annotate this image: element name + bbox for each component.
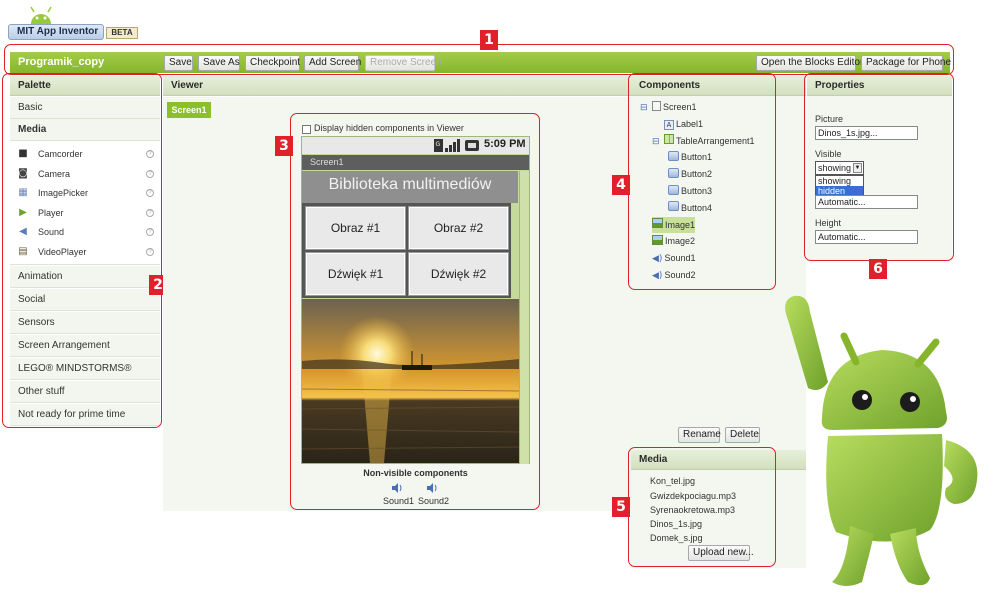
callout-marker-6: 6	[869, 259, 887, 279]
callout-box-3	[290, 113, 540, 510]
delete-button[interactable]: Delete	[725, 427, 760, 443]
logo-title: MIT App Inventor	[8, 24, 104, 40]
android-logo-icon	[30, 6, 52, 24]
beta-badge: BETA	[106, 27, 138, 39]
callout-marker-1: 1	[480, 30, 498, 50]
callout-box-4	[628, 73, 776, 290]
callout-box-6	[804, 73, 954, 261]
callout-marker-5: 5	[612, 497, 630, 517]
rename-button[interactable]: Rename	[678, 427, 721, 443]
callout-marker-3: 3	[275, 136, 293, 156]
callout-box-2	[2, 73, 162, 428]
callout-box-5	[628, 447, 776, 567]
android-mascot-illustration	[785, 295, 978, 586]
app-inventor-logo: MIT App Inventor BETA	[8, 6, 138, 40]
callout-box-1	[4, 44, 954, 75]
viewer-header: Viewer	[163, 76, 631, 96]
callout-marker-4: 4	[612, 175, 630, 195]
tab-screen1[interactable]: Screen1	[167, 102, 211, 118]
